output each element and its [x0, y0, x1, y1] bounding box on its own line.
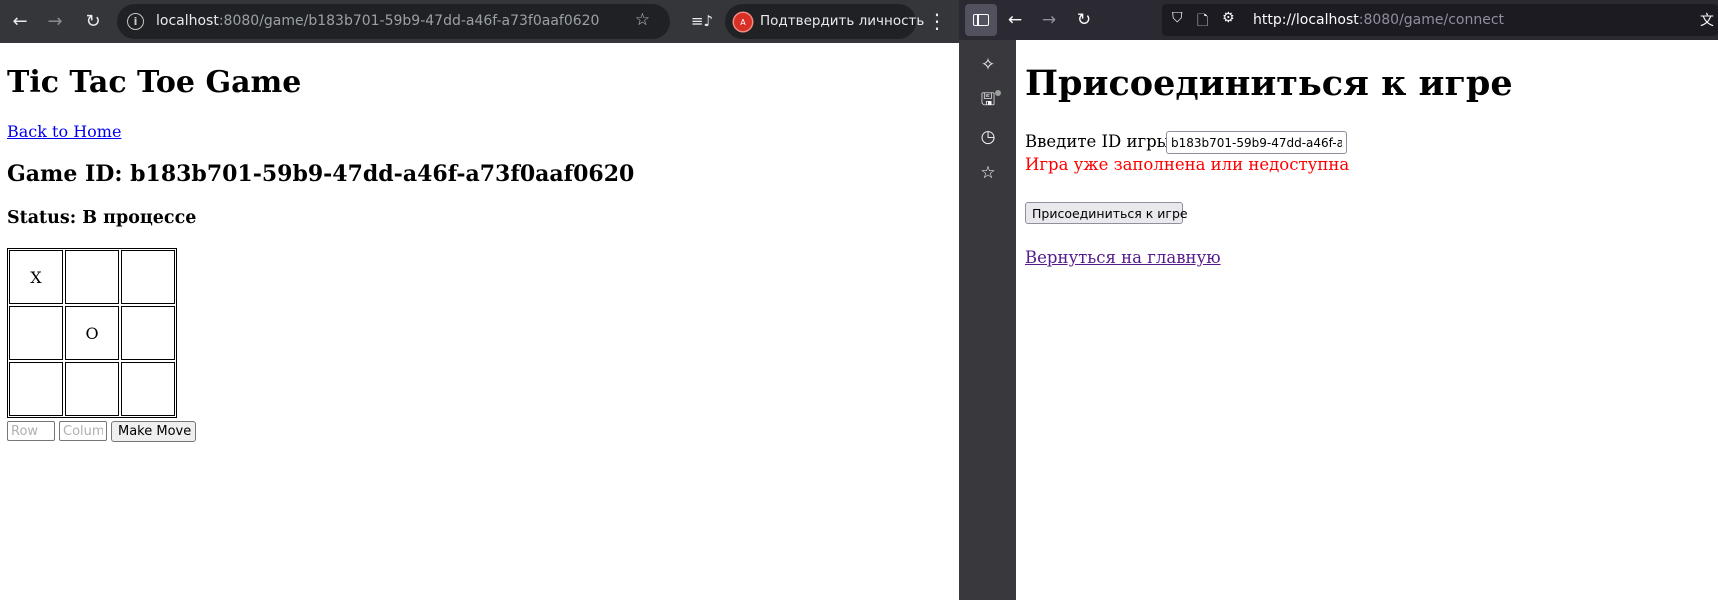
sidebar-toggle-icon[interactable]	[965, 4, 997, 36]
board-cell[interactable]	[121, 306, 175, 360]
address-bar[interactable]: ⛉ 🗋 ⚙ http://localhost:8080/game/connect…	[1162, 4, 1718, 36]
back-to-main-link[interactable]: Вернуться на главную	[1025, 248, 1221, 267]
forward-icon[interactable]: →	[1033, 4, 1065, 36]
bookmark-star-icon[interactable]: ☆	[635, 10, 650, 30]
url-text[interactable]: http://localhost:8080/game/connect	[1253, 12, 1504, 28]
game-id-label: Введите ID игры:	[1025, 132, 1176, 151]
join-game-button[interactable]: Присоединиться к игре	[1025, 202, 1188, 224]
board-cell[interactable]	[121, 362, 175, 416]
address-bar[interactable]: i localhost:8080/game/b183b701-59b9-47dd…	[117, 4, 670, 39]
board-cell[interactable]	[65, 250, 119, 304]
translate-icon[interactable]: 文	[1700, 10, 1714, 30]
game-board: X O	[7, 248, 177, 418]
reload-icon[interactable]: ↻	[77, 5, 109, 37]
row-input[interactable]	[7, 421, 55, 441]
left-toolbar: ← → ↻ i localhost:8080/game/b183b701-59b…	[0, 0, 959, 43]
bookmarks-star-icon[interactable]: ☆	[972, 157, 1004, 189]
game-id-heading: Game ID: b183b701-59b9-47dd-a46f-a73f0aa…	[7, 161, 635, 187]
board-cell[interactable]	[9, 306, 63, 360]
error-message: Игра уже заполнена или недоступна	[1025, 155, 1350, 174]
kebab-menu-icon[interactable]: ⋮	[921, 5, 953, 37]
url-host: http://localhost	[1253, 12, 1359, 28]
url-host: localhost	[156, 13, 219, 29]
back-icon[interactable]: ←	[999, 4, 1031, 36]
page-icon: 🗋	[1197, 13, 1209, 29]
url-path: :8080/game/connect	[1358, 12, 1505, 28]
url-text[interactable]: localhost:8080/game/b183b701-59b9-47dd-a…	[156, 13, 599, 29]
board-cell[interactable]	[121, 250, 175, 304]
column-input[interactable]	[59, 421, 107, 441]
site-info-icon[interactable]: i	[127, 13, 144, 30]
left-browser-window: ← → ↻ i localhost:8080/game/b183b701-59b…	[0, 0, 959, 600]
right-toolbar: ← → ↻ ⛉ 🗋 ⚙ http://localhost:8080/game/c…	[959, 0, 1718, 40]
status-heading: Status: В процессе	[7, 208, 197, 228]
vertical-sidebar: ✧ 🖫 ◷ ☆	[959, 40, 1016, 600]
board-cell[interactable]	[9, 362, 63, 416]
page-title: Tic Tac Toe Game	[7, 65, 302, 100]
reload-icon[interactable]: ↻	[1068, 4, 1100, 36]
make-move-button[interactable]: Make Move	[111, 421, 196, 442]
game-id-input[interactable]	[1166, 131, 1347, 154]
profile-label: Подтвердить личность	[760, 13, 925, 29]
forward-icon[interactable]: →	[39, 5, 71, 37]
url-path: :8080/game/b183b701-59b9-47dd-a46f-a73f0…	[218, 13, 600, 29]
board-cell[interactable]: X	[9, 250, 63, 304]
shield-icon[interactable]: ⛉	[1172, 10, 1183, 26]
permissions-icon[interactable]: ⚙	[1222, 10, 1235, 26]
board-cell[interactable]: O	[65, 306, 119, 360]
ai-sparkle-icon[interactable]: ✧	[972, 49, 1004, 81]
board-cell[interactable]	[65, 362, 119, 416]
profile-button[interactable]: A Подтвердить личность	[725, 4, 924, 39]
back-to-home-link[interactable]: Back to Home	[7, 122, 121, 141]
media-control-icon[interactable]: ≡♪	[686, 5, 718, 37]
right-browser-window: ← → ↻ ⛉ 🗋 ⚙ http://localhost:8080/game/c…	[959, 0, 1718, 600]
save-page-icon[interactable]: 🖫	[972, 85, 1004, 117]
page-title: Присоединиться к игре	[1025, 63, 1513, 104]
history-icon[interactable]: ◷	[972, 121, 1004, 153]
back-icon[interactable]: ←	[4, 5, 36, 37]
avatar: A	[734, 13, 752, 31]
